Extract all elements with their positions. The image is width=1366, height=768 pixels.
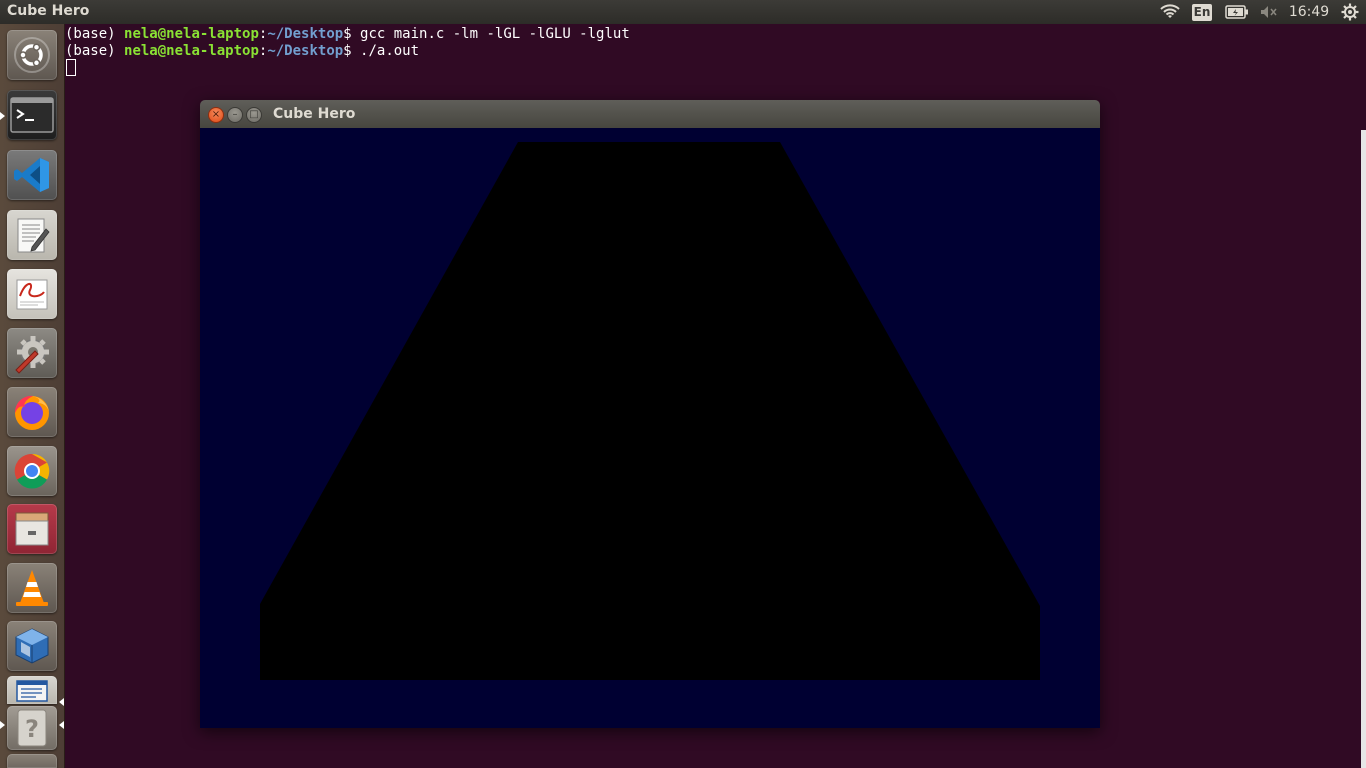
virtualbox-cube-icon [15, 628, 49, 664]
battery-icon[interactable] [1224, 0, 1250, 24]
focused-app-indicator [59, 698, 64, 706]
launcher-document-viewer[interactable] [7, 269, 57, 319]
top-panel: Cube Hero En 16:49 [0, 0, 1366, 24]
wifi-icon[interactable] [1158, 0, 1182, 24]
terminal-scrollbar[interactable] [1361, 130, 1366, 768]
settings-wrench-icon [15, 336, 49, 374]
launcher-text-editor[interactable] [7, 210, 57, 260]
keyboard-layout-indicator[interactable]: En [1191, 0, 1213, 24]
firefox-icon [15, 395, 49, 430]
maximize-button[interactable]: □ [246, 107, 262, 123]
document-viewer-icon [16, 279, 48, 310]
launcher-firefox[interactable] [7, 387, 57, 437]
opengl-canvas[interactable] [200, 128, 1100, 728]
minimize-button[interactable]: – [227, 107, 243, 123]
launcher-dash-home[interactable] [7, 30, 57, 80]
text-editor-icon [17, 218, 50, 253]
conda-env-prefix: (base) [65, 26, 125, 42]
prompt-user-host: nela@nela-laptop [124, 43, 259, 59]
close-icon: × [211, 109, 221, 120]
prompt-symbol: $ [343, 43, 361, 59]
terminal-line: (base) nela@nela-laptop:~/Desktop$ ./a.o… [65, 43, 419, 60]
ubuntu-logo-icon [14, 37, 50, 73]
file-cabinet-icon [15, 512, 49, 546]
terminal-cursor [66, 59, 76, 76]
launcher: ? [0, 24, 65, 768]
rendered-scene [260, 142, 1040, 680]
vscode-icon [14, 158, 49, 192]
launcher-visual-studio-code[interactable] [7, 150, 57, 200]
launcher-vlc[interactable] [7, 563, 57, 613]
running-indicator [0, 721, 5, 729]
focused-app-indicator [59, 721, 64, 729]
close-button[interactable]: × [208, 107, 224, 123]
launcher-partially-hidden-item[interactable] [7, 754, 57, 768]
prompt-path: ~/Desktop [267, 26, 344, 42]
cube-hero-window[interactable]: × – □ Cube Hero [200, 100, 1100, 728]
conda-env-prefix: (base) [65, 43, 125, 59]
minimize-icon: – [232, 109, 238, 120]
running-indicator [0, 112, 5, 120]
glut-window-icon [16, 680, 48, 702]
prompt-path: ~/Desktop [267, 43, 344, 59]
launcher-cube-hero-app[interactable] [7, 676, 57, 704]
clock[interactable]: 16:49 [1288, 0, 1330, 24]
launcher-unknown-app[interactable]: ? [7, 706, 57, 750]
launcher-terminal[interactable] [7, 90, 57, 140]
launcher-system-settings[interactable] [7, 328, 57, 378]
window-titlebar[interactable]: × – □ Cube Hero [200, 100, 1100, 128]
volume-muted-icon[interactable] [1258, 0, 1280, 24]
maximize-icon: □ [249, 109, 259, 120]
window-title: Cube Hero [273, 106, 356, 122]
vlc-cone-icon [16, 570, 48, 606]
terminal-command: gcc main.c -lm -lGL -lGLU -lglut [360, 26, 630, 42]
question-mark-icon: ? [17, 709, 47, 747]
prompt-symbol: $ [343, 26, 361, 42]
rendered-cube-shape [260, 142, 1040, 680]
active-app-title: Cube Hero [7, 3, 90, 19]
prompt-user-host: nela@nela-laptop [124, 26, 259, 42]
terminal-command: ./a.out [360, 43, 420, 59]
chrome-icon [14, 453, 50, 489]
launcher-chrome[interactable] [7, 446, 57, 496]
terminal-icon [10, 97, 54, 133]
launcher-virtualbox[interactable] [7, 621, 57, 671]
settings-gear-icon[interactable] [1339, 0, 1361, 24]
svg-text:?: ? [25, 715, 39, 743]
terminal-line: (base) nela@nela-laptop:~/Desktop$ gcc m… [65, 26, 630, 43]
launcher-file-manager[interactable] [7, 504, 57, 554]
keyboard-layout-label: En [1192, 3, 1212, 21]
